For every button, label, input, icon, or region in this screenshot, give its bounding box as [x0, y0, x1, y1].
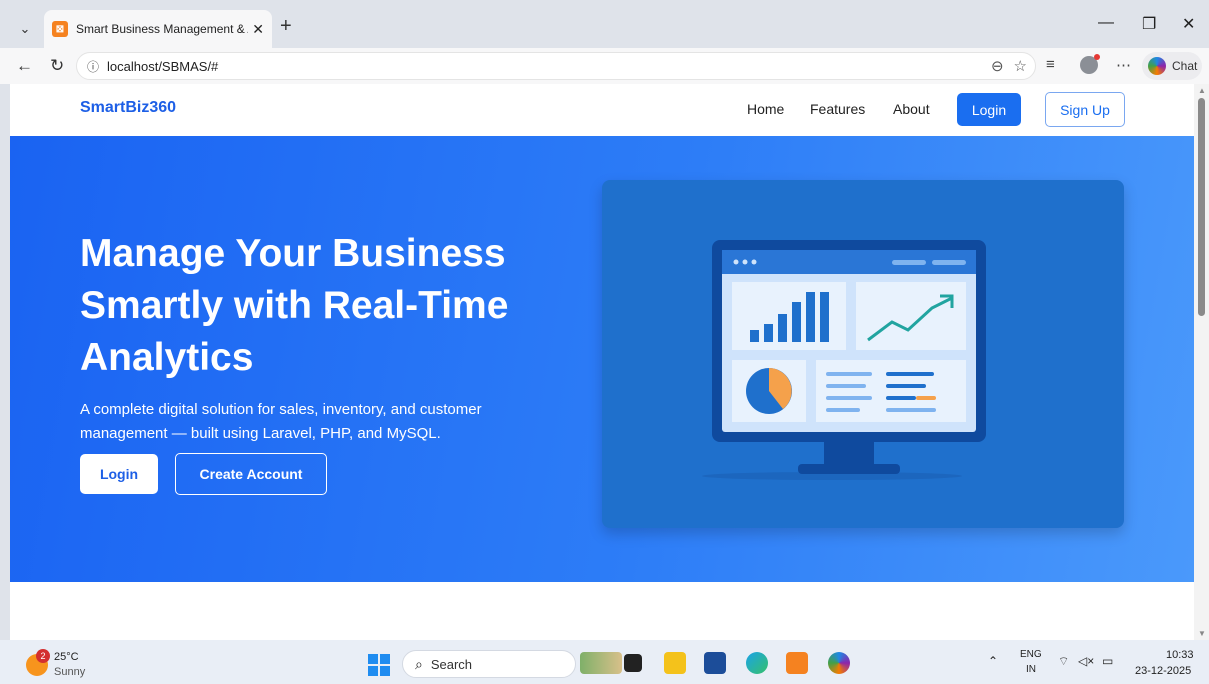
zoom-icon[interactable]: ⊖ — [991, 57, 1004, 75]
favorite-star-icon[interactable]: ☆ — [1014, 57, 1027, 75]
scroll-up-arrow-icon[interactable]: ▲ — [1198, 86, 1206, 95]
task-view-icon[interactable] — [624, 654, 642, 672]
hero-subtitle: A complete digital solution for sales, i… — [80, 401, 482, 442]
browser-tab-bar: ⌄ ⊠ Smart Business Management & An ✕ + —… — [0, 0, 1209, 48]
search-highlight-icon[interactable] — [580, 652, 622, 674]
nav-about-link[interactable]: About — [893, 101, 930, 117]
file-explorer-icon[interactable] — [664, 652, 686, 674]
weather-condition[interactable]: Sunny — [54, 666, 85, 678]
language-line1[interactable]: ENG — [1020, 649, 1042, 660]
microsoft-store-icon[interactable] — [704, 652, 726, 674]
chat-label: Chat — [1172, 59, 1198, 73]
xampp-favicon-icon: ⊠ — [52, 21, 68, 37]
brand-logo[interactable]: SmartBiz360 — [80, 99, 176, 117]
show-hidden-icons-chevron-icon[interactable]: ⌃ — [988, 654, 998, 668]
page-scrollbar[interactable]: ▲ ▼ — [1194, 84, 1209, 640]
browser-tab[interactable]: ⊠ Smart Business Management & An ✕ — [44, 10, 272, 48]
dashboard-illustration — [602, 180, 1124, 528]
copilot-chat-button[interactable]: Chat — [1142, 52, 1202, 80]
create-account-button[interactable]: Create Account — [175, 453, 327, 495]
url-text: localhost/SBMAS/# — [107, 58, 219, 74]
scroll-down-arrow-icon[interactable]: ▼ — [1198, 629, 1206, 638]
page-content-below-hero — [10, 582, 1194, 640]
hero-title: Manage Your Business Smartly with Real-T… — [80, 232, 509, 379]
language-line2[interactable]: IN — [1026, 664, 1036, 675]
battery-icon[interactable]: ▭ — [1102, 654, 1113, 668]
windows-taskbar: 2 25°C Sunny ⌕ Search ⌃ ENG IN ⌔ ◁× ▭ 10… — [0, 640, 1209, 684]
window-close-icon[interactable]: ✕ — [1182, 14, 1195, 34]
nav-home-link[interactable]: Home — [747, 101, 784, 117]
edge-browser-icon[interactable] — [746, 652, 768, 674]
page-viewport: SmartBiz360 Home Features About Login Si… — [10, 84, 1194, 640]
windows-start-icon[interactable] — [368, 654, 390, 676]
nav-login-button[interactable]: Login — [957, 93, 1021, 126]
back-arrow-icon[interactable]: ← — [16, 56, 33, 76]
weather-temperature[interactable]: 25°C — [54, 651, 79, 663]
minimize-icon[interactable]: — — [1098, 14, 1114, 32]
clock-date[interactable]: 23-12-2025 — [1135, 665, 1191, 677]
browser-toolbar: ← ↻ ⓘ localhost/SBMAS/# ⊖ ☆ ≡ ⋯ Chat — [0, 48, 1209, 84]
clock-time[interactable]: 10:33 — [1166, 649, 1194, 661]
scroll-thumb[interactable] — [1198, 98, 1205, 316]
new-tab-icon[interactable]: + — [280, 16, 292, 36]
copilot-icon — [1148, 57, 1166, 75]
tab-title: Smart Business Management & An — [76, 22, 249, 36]
tab-actions-menu-icon[interactable]: ⌄ — [12, 16, 38, 42]
site-info-icon[interactable]: ⓘ — [87, 58, 99, 75]
favorites-icon[interactable]: ≡ — [1046, 56, 1055, 73]
xampp-icon[interactable] — [786, 652, 808, 674]
hero-login-button[interactable]: Login — [80, 454, 158, 494]
search-icon: ⌕ — [415, 655, 423, 672]
restore-icon[interactable]: ❐ — [1142, 14, 1156, 34]
more-options-icon[interactable]: ⋯ — [1116, 56, 1131, 74]
weather-badge: 2 — [36, 649, 50, 663]
tab-close-icon[interactable]: ✕ — [252, 21, 264, 38]
search-label: Search — [430, 656, 473, 672]
address-bar[interactable]: ⓘ localhost/SBMAS/# ⊖ ☆ — [76, 52, 1036, 80]
refresh-icon[interactable]: ↻ — [50, 56, 64, 76]
copilot-taskbar-icon[interactable] — [828, 652, 850, 674]
hero-section: Manage Your Business Smartly with Real-T… — [10, 136, 1194, 582]
wifi-icon[interactable]: ⌔ — [1058, 654, 1069, 669]
nav-signup-button[interactable]: Sign Up — [1045, 92, 1125, 127]
speaker-muted-icon[interactable]: ◁× — [1078, 654, 1094, 668]
nav-features-link[interactable]: Features — [810, 101, 865, 117]
site-navbar: SmartBiz360 Home Features About Login Si… — [10, 84, 1194, 136]
taskbar-search[interactable]: ⌕ Search — [402, 650, 576, 678]
analytics-monitor-illustration — [702, 240, 986, 480]
profile-notification-dot — [1094, 54, 1100, 60]
